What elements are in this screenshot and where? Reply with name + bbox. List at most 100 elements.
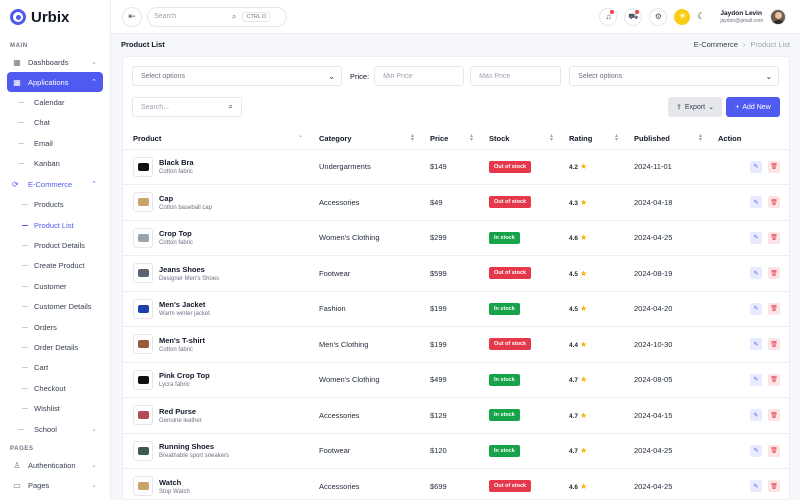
edit-button[interactable]: ✎ bbox=[750, 338, 762, 351]
edit-button[interactable]: ✎ bbox=[750, 160, 762, 173]
edit-button[interactable]: ✎ bbox=[750, 373, 762, 386]
avatar[interactable] bbox=[770, 8, 786, 25]
edit-button[interactable]: ✎ bbox=[750, 231, 762, 244]
sidebar-subitem[interactable]: Wishlist bbox=[0, 398, 110, 418]
sidebar-subitem[interactable]: Email bbox=[0, 133, 110, 154]
product-thumbnail[interactable] bbox=[133, 298, 153, 319]
sidebar-subitem[interactable]: Chat bbox=[0, 113, 110, 134]
user-info[interactable]: Jaydon Levin jaydon@gmail.com bbox=[720, 10, 763, 24]
product-thumbnail[interactable] bbox=[133, 334, 153, 355]
table-search-input[interactable] bbox=[141, 103, 221, 111]
table-row[interactable]: Cap Cotton baseball cap Accessories $49 Out … bbox=[123, 184, 789, 221]
light-mode-button[interactable]: ☀ bbox=[674, 8, 691, 25]
sidebar-subitem[interactable]: Calendar bbox=[0, 92, 110, 113]
sidebar-subitem[interactable]: Checkout bbox=[0, 378, 110, 398]
sidebar-subitem[interactable]: Kanban bbox=[0, 154, 110, 175]
sidebar-subitem[interactable]: Create Product bbox=[0, 256, 110, 276]
dark-mode-button[interactable]: ☾ bbox=[697, 11, 705, 22]
product-thumbnail[interactable] bbox=[133, 369, 153, 390]
column-stock[interactable]: Stock ▴ ▾ bbox=[479, 128, 559, 150]
min-price-input[interactable] bbox=[374, 66, 465, 86]
cart-button[interactable]: ⛟ bbox=[624, 7, 643, 26]
sidebar-subitem[interactable]: Product Details bbox=[0, 235, 110, 255]
global-search-input[interactable] bbox=[154, 13, 232, 20]
product-name[interactable]: Cap bbox=[159, 194, 212, 203]
table-row[interactable]: Pink Crop Top Lycra fabric Women's Clothin… bbox=[123, 362, 789, 398]
product-name[interactable]: Men's T-shirt bbox=[159, 336, 205, 345]
product-thumbnail[interactable] bbox=[133, 263, 153, 284]
delete-button[interactable]: 🗑 bbox=[768, 302, 780, 315]
edit-button[interactable]: ✎ bbox=[750, 302, 762, 315]
column-rating[interactable]: Rating ▴ ▾ bbox=[559, 128, 624, 150]
sidebar-item-ecommerce[interactable]: ⟳ E-Commerce ⌃ bbox=[0, 174, 110, 195]
column-product[interactable]: Product ⌄ bbox=[123, 128, 309, 150]
sidebar-item-school[interactable]: School ⌄ bbox=[0, 419, 110, 440]
column-price[interactable]: Price ▴ ▾ bbox=[420, 128, 479, 150]
delete-button[interactable]: 🗑 bbox=[768, 267, 780, 280]
product-name[interactable]: Pink Crop Top bbox=[159, 371, 210, 380]
table-row[interactable]: Men's Jacket Warm winter jacket Fashion $19… bbox=[123, 291, 789, 327]
delete-button[interactable]: 🗑 bbox=[768, 373, 780, 386]
table-row[interactable]: Watch Stop Watch Accessories $699 Out of sto… bbox=[123, 468, 789, 499]
edit-button[interactable]: ✎ bbox=[750, 480, 762, 493]
delete-button[interactable]: 🗑 bbox=[768, 160, 780, 173]
global-search[interactable]: ⌕ CTRL D bbox=[147, 6, 287, 27]
sidebar-item-authentication[interactable]: ♙ Authentication ⌄ bbox=[7, 455, 103, 475]
delete-button[interactable]: 🗑 bbox=[768, 196, 780, 209]
delete-button[interactable]: 🗑 bbox=[768, 409, 780, 422]
max-price-input[interactable] bbox=[470, 66, 562, 86]
export-button[interactable]: ⇪ Export ⌄ bbox=[668, 97, 722, 117]
product-thumbnail[interactable] bbox=[133, 405, 153, 426]
add-new-button[interactable]: + Add New bbox=[726, 97, 780, 117]
sidebar-subitem[interactable]: Customer bbox=[0, 276, 110, 296]
sidebar-item-dashboards[interactable]: ▦ Dashboards ⌄ bbox=[7, 52, 103, 72]
table-row[interactable]: Jeans Shoes Designer Men's Shoes Footwear $… bbox=[123, 255, 789, 292]
delete-button[interactable]: 🗑 bbox=[768, 338, 780, 351]
table-row[interactable]: Men's T-shirt Cotton fabric Men's Clothing… bbox=[123, 326, 789, 363]
delete-button[interactable]: 🗑 bbox=[768, 231, 780, 244]
edit-button[interactable]: ✎ bbox=[750, 409, 762, 422]
settings-button[interactable]: ⚙ bbox=[649, 7, 668, 26]
product-name[interactable]: Running Shoes bbox=[159, 442, 229, 451]
collapse-sidebar-button[interactable]: ⇤ bbox=[122, 6, 142, 27]
column-category[interactable]: Category ▴ ▾ bbox=[309, 128, 420, 150]
table-row[interactable]: Running Shoes Breathable sport sneakers Fo… bbox=[123, 433, 789, 469]
sidebar-item-pages[interactable]: ▭ Pages ⌄ bbox=[7, 475, 103, 495]
product-thumbnail[interactable] bbox=[133, 227, 153, 248]
product-name[interactable]: Crop Top bbox=[159, 229, 193, 238]
brand[interactable]: Urbix bbox=[0, 0, 110, 34]
sidebar-item-applications[interactable]: ▦ Applications ⌃ bbox=[7, 72, 103, 92]
sidebar-subitem[interactable]: Products bbox=[0, 195, 110, 215]
sidebar-subitem[interactable]: Orders bbox=[0, 317, 110, 337]
sidebar-subitem[interactable]: Order Details bbox=[0, 337, 110, 357]
product-name[interactable]: Jeans Shoes bbox=[159, 265, 219, 274]
product-thumbnail[interactable] bbox=[133, 156, 153, 177]
breadcrumb-parent[interactable]: E-Commerce bbox=[694, 40, 738, 49]
edit-button[interactable]: ✎ bbox=[750, 444, 762, 457]
table-row[interactable]: Black Bra Cotton fabric Undergarments $149 O… bbox=[123, 149, 789, 185]
product-name[interactable]: Men's Jacket bbox=[159, 300, 210, 309]
cell-category: Accessories bbox=[309, 397, 420, 434]
table-row[interactable]: Crop Top Cotton fabric Women's Clothing $29… bbox=[123, 220, 789, 256]
delete-button[interactable]: 🗑 bbox=[768, 444, 780, 457]
sidebar-subitem[interactable]: Cart bbox=[0, 358, 110, 378]
edit-button[interactable]: ✎ bbox=[750, 196, 762, 209]
table-row[interactable]: Red Purse Genuine leather Accessories $129 I… bbox=[123, 397, 789, 434]
sidebar-subitem[interactable]: Product List bbox=[0, 215, 110, 235]
column-published[interactable]: Published ▴ ▾ bbox=[624, 128, 708, 150]
category-select[interactable]: Select options ⌄ bbox=[132, 66, 342, 86]
delete-button[interactable]: 🗑 bbox=[768, 480, 780, 493]
options-select[interactable]: Select options ⌄ bbox=[569, 66, 780, 86]
product-thumbnail[interactable] bbox=[133, 476, 153, 497]
edit-button[interactable]: ✎ bbox=[750, 267, 762, 280]
product-name[interactable]: Red Purse bbox=[159, 407, 202, 416]
status-badge: Out of stock bbox=[489, 160, 532, 173]
notification-button[interactable]: ♫ bbox=[599, 7, 618, 26]
product-thumbnail[interactable] bbox=[133, 440, 153, 461]
table-search[interactable]: ⌕ bbox=[132, 97, 242, 117]
product-thumbnail[interactable] bbox=[133, 192, 153, 213]
product-name[interactable]: Watch bbox=[159, 478, 190, 487]
product-name[interactable]: Black Bra bbox=[159, 158, 194, 167]
pencil-icon: ✎ bbox=[753, 341, 759, 348]
sidebar-subitem[interactable]: Customer Details bbox=[0, 296, 110, 316]
